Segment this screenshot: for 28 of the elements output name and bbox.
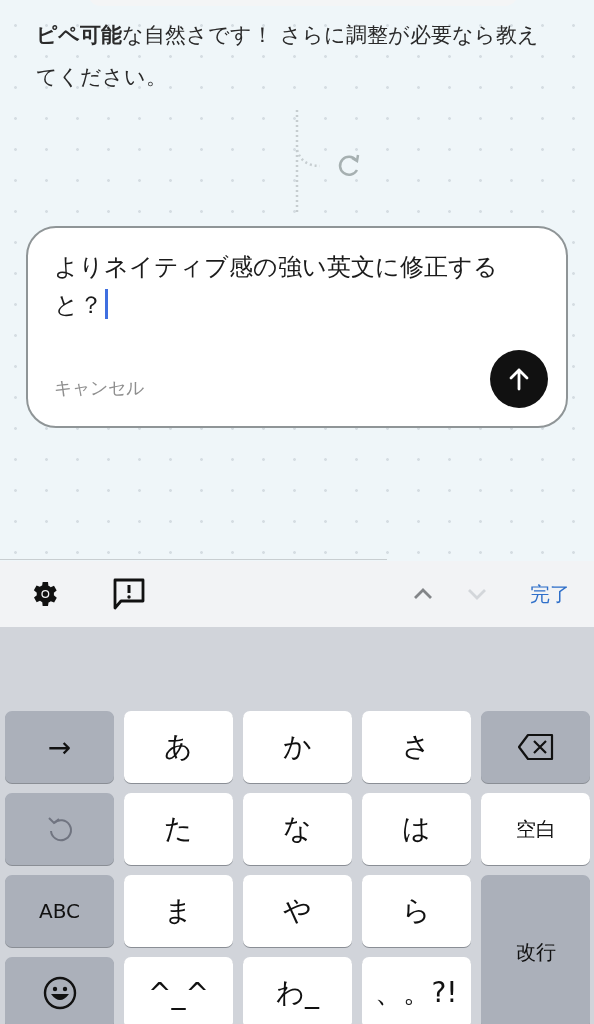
space-key[interactable]: 空白 <box>481 793 590 865</box>
message-field[interactable]: よりネイティブ感の強い英文に修正すると？ <box>54 248 524 350</box>
keyboard-key[interactable]: は <box>362 793 471 865</box>
feedback-button[interactable] <box>112 577 146 611</box>
backspace-icon <box>516 733 555 761</box>
keyboard-key[interactable]: さ <box>362 711 471 783</box>
keyboard-key[interactable]: ^_^ <box>124 957 233 1024</box>
keyboard-key[interactable]: た <box>124 793 233 865</box>
keyboard-key[interactable]: か <box>243 711 352 783</box>
send-button[interactable] <box>490 350 548 408</box>
keyboard-key[interactable]: → <box>5 711 114 783</box>
keyboard-key[interactable]: あ <box>124 711 233 783</box>
arrow-up-icon <box>508 367 530 391</box>
keyboard-key[interactable]: ま <box>124 875 233 947</box>
keyboard-key[interactable]: わ_ <box>243 957 352 1024</box>
return-key[interactable]: 改行 <box>481 875 590 1024</box>
text-cursor <box>105 289 108 319</box>
keyboard-key[interactable]: や <box>243 875 352 947</box>
done-button[interactable]: 完了 <box>530 580 570 608</box>
emoji-icon <box>42 976 77 1010</box>
assistant-message: ピペ可能な自然さです！ さらに調整が必要なら教えてください。 <box>36 22 540 91</box>
keyboard-key[interactable]: な <box>243 793 352 865</box>
keyboard-key[interactable]: ら <box>362 875 471 947</box>
emoji-key[interactable] <box>5 957 114 1024</box>
keyboard-key[interactable]: ABC <box>5 875 114 947</box>
feedback-icon <box>112 577 146 611</box>
keyboard-key[interactable]: 、。?! <box>362 957 471 1024</box>
delete-key[interactable] <box>481 711 590 783</box>
